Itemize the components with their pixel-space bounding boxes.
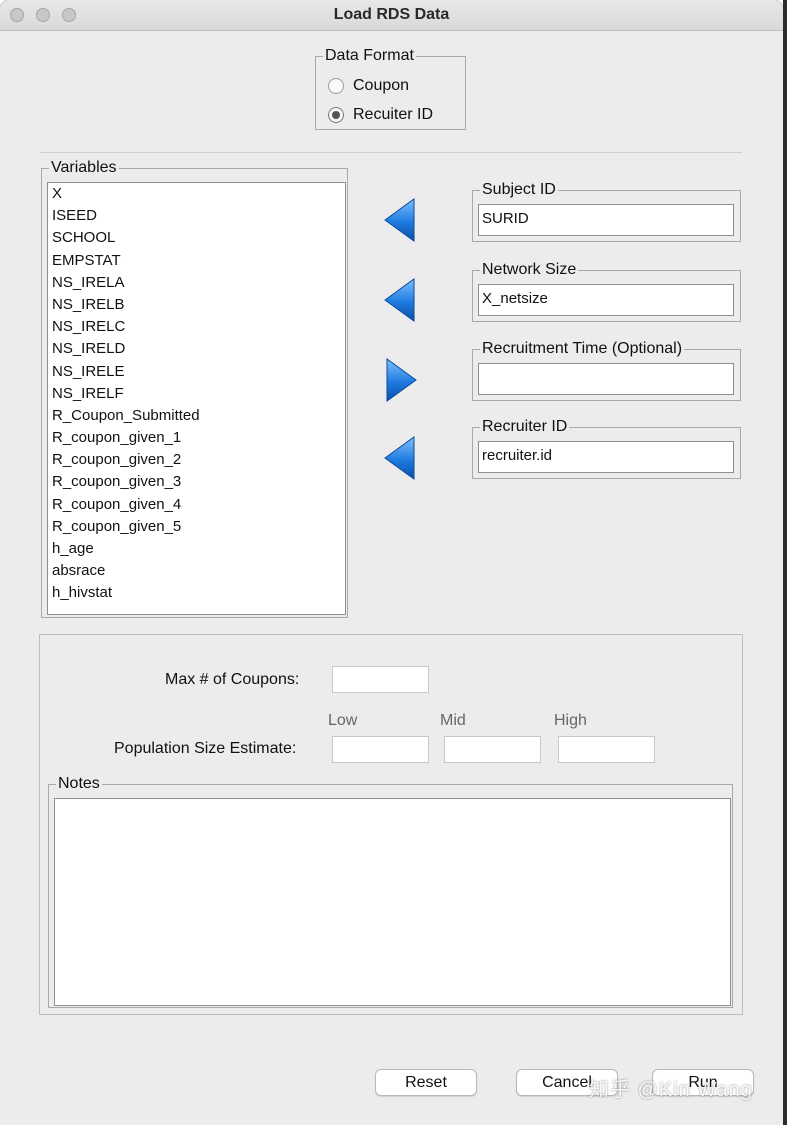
pop-size-high-input[interactable] (558, 736, 655, 763)
variable-item[interactable]: R_coupon_given_3 (48, 471, 345, 493)
recruitment-time-legend: Recruitment Time (Optional) (480, 339, 685, 359)
variable-item[interactable]: EMPSTAT (48, 250, 345, 272)
variable-item[interactable]: NS_IRELA (48, 272, 345, 294)
variables-legend: Variables (49, 158, 119, 178)
variable-item[interactable]: ISEED (48, 205, 345, 227)
notes-legend: Notes (56, 774, 102, 794)
variable-item[interactable]: NS_IRELB (48, 294, 345, 316)
move-from-recruitment-time-arrow-icon[interactable] (384, 357, 418, 403)
variable-item[interactable]: R_coupon_given_4 (48, 494, 345, 516)
pop-size-mid-input[interactable] (444, 736, 541, 763)
radio-coupon-label: Coupon (353, 77, 410, 94)
mid-label: Mid (440, 712, 466, 729)
variable-item[interactable]: R_Coupon_Submitted (48, 405, 345, 427)
variable-item[interactable]: h_hivstat (48, 582, 345, 604)
recruiter-id-legend: Recruiter ID (480, 417, 570, 437)
variables-group: Variables X ISEED SCHOOL EMPSTAT NS_IREL… (41, 158, 348, 618)
background-edge (783, 0, 787, 1125)
max-coupons-label: Max # of Coupons: (165, 671, 300, 688)
title-bar: Load RDS Data (0, 0, 783, 31)
subject-id-field[interactable]: SURID (478, 204, 734, 236)
variable-item[interactable]: X (48, 183, 345, 205)
variable-item[interactable]: SCHOOL (48, 227, 345, 249)
watermark: 知乎 @Kin Wang (589, 1079, 753, 1101)
high-label: High (554, 712, 587, 729)
subject-id-legend: Subject ID (480, 180, 558, 200)
variable-item[interactable]: NS_IRELE (48, 361, 345, 383)
variable-item[interactable]: R_coupon_given_2 (48, 449, 345, 471)
population-size-label: Population Size Estimate: (114, 740, 297, 757)
move-to-recruiter-id-arrow-icon[interactable] (383, 435, 417, 481)
data-format-group: Data Format Coupon Recuiter ID (315, 46, 466, 130)
max-coupons-input[interactable] (332, 666, 429, 693)
radio-recuiter-id-label: Recuiter ID (353, 106, 434, 123)
radio-recuiter-id-indicator[interactable] (328, 107, 344, 123)
data-format-legend: Data Format (323, 46, 416, 66)
variable-item[interactable]: absrace (48, 560, 345, 582)
radio-recuiter-id[interactable]: Recuiter ID (328, 104, 433, 126)
separator (40, 152, 742, 153)
reset-button[interactable]: Reset (375, 1069, 477, 1096)
variable-item[interactable]: R_coupon_given_1 (48, 427, 345, 449)
recruitment-time-group: Recruitment Time (Optional) (472, 339, 741, 401)
window-title: Load RDS Data (333, 6, 450, 23)
options-panel: Max # of Coupons: Low Mid High Populatio… (39, 634, 743, 1015)
low-label: Low (328, 712, 358, 729)
network-size-group: Network Size X_netsize (472, 260, 741, 322)
notes-group: Notes (48, 774, 733, 1008)
subject-id-group: Subject ID SURID (472, 180, 741, 242)
variable-item[interactable]: NS_IRELC (48, 316, 345, 338)
pop-size-low-input[interactable] (332, 736, 429, 763)
variables-list[interactable]: X ISEED SCHOOL EMPSTAT NS_IRELA NS_IRELB… (47, 182, 346, 615)
radio-coupon-indicator[interactable] (328, 78, 344, 94)
variable-item[interactable]: NS_IRELF (48, 383, 345, 405)
recruiter-id-group: Recruiter ID recruiter.id (472, 417, 741, 479)
recruiter-id-field[interactable]: recruiter.id (478, 441, 734, 473)
dialog-window: Load RDS Data Data Format Coupon Recuite… (0, 0, 783, 1125)
recruitment-time-field[interactable] (478, 363, 734, 395)
move-to-subject-id-arrow-icon[interactable] (383, 197, 417, 243)
variable-item[interactable]: h_age (48, 538, 345, 560)
network-size-legend: Network Size (480, 260, 579, 280)
variable-item[interactable]: R_coupon_given_5 (48, 516, 345, 538)
notes-textarea[interactable] (54, 798, 731, 1006)
variable-item[interactable]: NS_IRELD (48, 338, 345, 360)
move-to-network-size-arrow-icon[interactable] (383, 277, 417, 323)
network-size-field[interactable]: X_netsize (478, 284, 734, 316)
radio-coupon[interactable]: Coupon (328, 75, 409, 97)
